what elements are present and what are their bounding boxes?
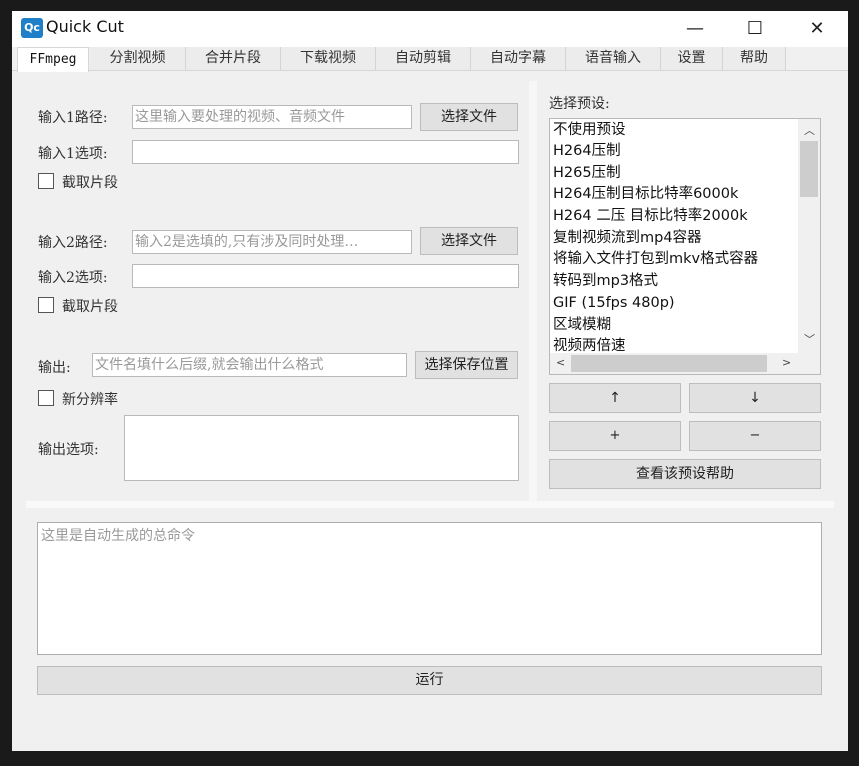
status-bar [12, 725, 848, 751]
new-resolution-label: 新分辨率 [62, 392, 118, 408]
select-save-location-button[interactable]: 选择保存位置 [415, 351, 518, 379]
tab-download-video[interactable]: 下载视频 [281, 47, 376, 70]
preset-item[interactable]: H264压制目标比特率6000k [553, 184, 738, 205]
tab-auto-subtitle[interactable]: 自动字幕 [471, 47, 566, 70]
tab-ffmpeg[interactable]: FFmpeg [17, 47, 89, 72]
minimize-button[interactable]: — [672, 11, 718, 47]
scroll-up-icon[interactable]: ︿ [804, 122, 815, 138]
tab-bar: FFmpeg 分割视频 合并片段 下载视频 自动剪辑 自动字幕 语音输入 设置 … [12, 47, 848, 72]
section-splitter[interactable] [26, 501, 834, 508]
input2-path-label: 输入2路径: [38, 235, 108, 251]
preset-item[interactable]: GIF (15fps 480p) [553, 293, 675, 314]
tab-help[interactable]: 帮助 [723, 47, 786, 70]
preset-item[interactable]: H265压制 [553, 163, 621, 184]
preset-item[interactable]: 区域模糊 [553, 315, 611, 336]
input2-path-field[interactable]: 输入2是选填的,只有涉及同时处理… [132, 230, 412, 254]
output-options-label: 输出选项: [38, 442, 99, 458]
tab-voice-input[interactable]: 语音输入 [566, 47, 661, 70]
output-file-field[interactable]: 文件名填什么后缀,就会输出什么格式 [92, 353, 407, 377]
output-label: 输出: [38, 360, 71, 376]
add-preset-button[interactable]: + [549, 421, 681, 451]
input1-select-file-button[interactable]: 选择文件 [420, 103, 518, 131]
tab-split-video[interactable]: 分割视频 [90, 47, 186, 70]
input2-options-label: 输入2选项: [38, 270, 108, 286]
move-preset-down-button[interactable]: ↓ [689, 383, 821, 413]
close-button[interactable]: ✕ [794, 11, 840, 47]
input2-select-file-button[interactable]: 选择文件 [420, 227, 518, 255]
app-logo-icon: Qc [21, 18, 43, 38]
input1-clip-checkbox[interactable] [38, 173, 54, 189]
preset-list[interactable]: 不使用预设 H264压制 H265压制 H264压制目标比特率6000k H26… [549, 118, 821, 375]
scroll-left-icon[interactable]: < [556, 356, 565, 369]
preset-item[interactable]: H264 二压 目标比特率2000k [553, 206, 748, 227]
preset-item[interactable]: 将输入文件打包到mkv格式容器 [553, 249, 758, 270]
preset-item[interactable]: 复制视频流到mp4容器 [553, 228, 702, 249]
preset-list-horizontal-scrollbar[interactable]: < > [550, 353, 820, 374]
title-bar: Qc Quick Cut — ☐ ✕ [12, 11, 848, 47]
input1-path-label: 输入1路径: [38, 110, 108, 126]
maximize-button[interactable]: ☐ [732, 11, 778, 47]
output-options-field[interactable] [124, 415, 519, 481]
horizontal-scroll-thumb[interactable] [571, 355, 767, 372]
move-preset-up-button[interactable]: ↑ [549, 383, 681, 413]
tab-auto-edit[interactable]: 自动剪辑 [376, 47, 471, 70]
preset-label: 选择预设: [549, 96, 610, 112]
run-button[interactable]: 运行 [37, 666, 822, 695]
command-text-area[interactable]: 这里是自动生成的总命令 [37, 522, 822, 655]
scroll-right-icon[interactable]: > [782, 356, 791, 369]
panel-splitter[interactable] [529, 81, 537, 501]
vertical-scroll-thumb[interactable] [800, 141, 818, 197]
preset-item[interactable]: H264压制 [553, 141, 621, 162]
input1-clip-label: 截取片段 [62, 175, 118, 191]
input2-clip-checkbox[interactable] [38, 297, 54, 313]
preset-help-button[interactable]: 查看该预设帮助 [549, 459, 821, 489]
command-placeholder: 这里是自动生成的总命令 [41, 528, 195, 544]
window-title: Quick Cut [46, 17, 124, 36]
tab-settings[interactable]: 设置 [661, 47, 723, 70]
preset-item[interactable]: 不使用预设 [553, 120, 626, 141]
scroll-down-icon[interactable]: ﹀ [804, 331, 815, 347]
remove-preset-button[interactable]: − [689, 421, 821, 451]
new-resolution-checkbox[interactable] [38, 390, 54, 406]
input2-clip-label: 截取片段 [62, 299, 118, 315]
preset-list-vertical-scrollbar[interactable]: ︿ ﹀ [798, 119, 820, 355]
preset-item[interactable]: 转码到mp3格式 [553, 271, 658, 292]
input2-options-field[interactable] [132, 264, 519, 288]
tab-merge-clips[interactable]: 合并片段 [186, 47, 281, 70]
input1-path-field[interactable]: 这里输入要处理的视频、音频文件 [132, 105, 412, 129]
input1-options-field[interactable] [132, 140, 519, 164]
input1-options-label: 输入1选项: [38, 146, 108, 162]
app-window: Qc Quick Cut — ☐ ✕ FFmpeg 分割视频 合并片段 下载视频… [12, 11, 848, 751]
